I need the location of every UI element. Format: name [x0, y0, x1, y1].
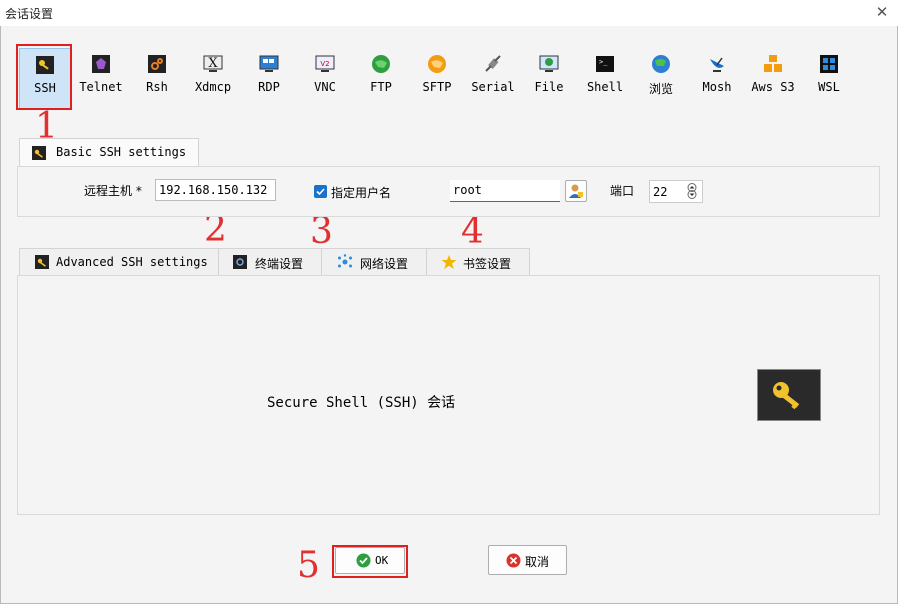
protocol-label: File — [534, 80, 564, 94]
checkmark-icon — [316, 188, 325, 196]
network-icon — [338, 254, 352, 268]
up-down-arrows-icon — [687, 183, 697, 199]
user-icon — [569, 184, 583, 198]
serial-plug-icon — [485, 55, 501, 72]
tab-basic-ssh-settings[interactable]: Basic SSH settings — [19, 138, 199, 167]
protocol-rdp[interactable]: RDP — [242, 48, 296, 110]
protocol-label: FTP — [370, 80, 392, 94]
specify-username-checkbox[interactable] — [314, 185, 327, 198]
tab-label: Advanced SSH settings — [56, 255, 208, 269]
annotation-box-ssh — [16, 44, 72, 110]
tab-label: Basic SSH settings — [56, 145, 187, 159]
protocol-label: Serial — [471, 80, 515, 94]
title-bar: 会话设置 ✕ — [0, 0, 898, 26]
protocol-vnc[interactable]: V2 VNC — [298, 48, 352, 110]
tab-network-settings[interactable]: 网络设置 — [321, 248, 427, 275]
remote-host-label: 远程主机 * — [84, 184, 142, 198]
protocol-label: RDP — [258, 80, 280, 94]
cancel-button[interactable]: 取消 — [488, 545, 567, 575]
remote-host-input[interactable]: 192.168.150.132 — [155, 179, 276, 201]
ftp-globe-icon — [372, 55, 390, 73]
cancel-label: 取消 — [525, 555, 550, 569]
protocol-file[interactable]: File — [522, 48, 576, 110]
protocol-label: WSL — [818, 80, 840, 94]
protocol-label: 浏览 — [648, 82, 673, 96]
terminal-icon: >_ — [596, 56, 614, 72]
port-stepper[interactable] — [685, 183, 699, 199]
file-monitor-icon — [539, 55, 559, 72]
satellite-icon — [710, 57, 724, 72]
key-icon — [32, 146, 46, 160]
terminal-settings-icon — [233, 255, 247, 269]
check-circle-icon — [356, 553, 371, 568]
svg-text:X: X — [208, 56, 218, 71]
tab-bookmark-settings[interactable]: 书签设置 — [426, 248, 530, 275]
ok-button[interactable]: OK — [335, 547, 405, 574]
windows-icon — [820, 55, 838, 73]
protocol-label: VNC — [314, 80, 336, 94]
sftp-globe-icon — [428, 55, 446, 73]
port-label: 端口 — [610, 184, 635, 198]
aws-cubes-icon — [764, 55, 782, 72]
telnet-icon — [92, 55, 110, 73]
specify-username-label: 指定用户名 — [331, 186, 392, 200]
protocol-label: Mosh — [702, 80, 732, 94]
rsh-icon — [148, 55, 166, 73]
window-title: 会话设置 — [5, 7, 54, 21]
vnc-icon: V2 — [315, 55, 335, 72]
port-spinbox[interactable]: 22 — [649, 180, 703, 203]
rdp-icon — [259, 55, 279, 72]
protocol-serial[interactable]: Serial — [466, 48, 520, 110]
protocol-aws-s3[interactable]: Aws S3 — [746, 48, 800, 110]
protocol-label: Telnet — [79, 80, 123, 94]
ssh-key-badge — [757, 369, 821, 421]
svg-text:V2: V2 — [320, 60, 329, 68]
close-icon[interactable]: ✕ — [873, 3, 891, 21]
protocol-browse[interactable]: 浏览 — [634, 48, 688, 110]
tab-label: 终端设置 — [255, 257, 304, 271]
star-icon — [441, 255, 457, 269]
tab-advanced-ssh-settings[interactable]: Advanced SSH settings — [19, 248, 219, 275]
protocol-label: SFTP — [422, 80, 452, 94]
annotation-number: 4 — [461, 211, 484, 252]
svg-text:>_: >_ — [599, 58, 608, 66]
ok-label: OK — [375, 554, 389, 567]
annotation-number: 3 — [310, 211, 333, 252]
cancel-circle-icon — [506, 553, 521, 568]
tab-label: 书签设置 — [463, 257, 512, 271]
key-icon — [35, 255, 49, 269]
basic-settings-panel: 远程主机 * 192.168.150.132 指定用户名 root 端口 22 — [17, 166, 880, 217]
protocol-wsl[interactable]: WSL — [802, 48, 856, 110]
username-input[interactable]: root — [450, 180, 560, 202]
protocol-shell[interactable]: >_ Shell — [578, 48, 632, 110]
protocol-rsh[interactable]: Rsh — [130, 48, 184, 110]
user-picker-button[interactable] — [565, 180, 587, 202]
key-icon — [773, 382, 800, 410]
annotation-number: 2 — [204, 209, 227, 250]
protocol-telnet[interactable]: Telnet — [74, 48, 128, 110]
browser-globe-icon — [652, 55, 670, 73]
protocol-sftp[interactable]: SFTP — [410, 48, 464, 110]
protocol-label: Xdmcp — [194, 80, 232, 94]
tab-terminal-settings[interactable]: 终端设置 — [218, 248, 322, 275]
protocol-mosh[interactable]: Mosh — [690, 48, 744, 110]
session-description: Secure Shell (SSH) 会话 — [267, 395, 456, 411]
session-description-panel: Secure Shell (SSH) 会话 — [17, 275, 880, 515]
protocol-label: Shell — [586, 80, 624, 94]
protocol-label: Rsh — [146, 80, 168, 94]
annotation-number: 5 — [297, 545, 320, 586]
xdmcp-icon: X — [203, 55, 223, 72]
protocol-ftp[interactable]: FTP — [354, 48, 408, 110]
protocol-label: Aws S3 — [751, 80, 795, 94]
protocol-xdmcp[interactable]: X Xdmcp — [186, 48, 240, 110]
tab-label: 网络设置 — [360, 257, 409, 271]
